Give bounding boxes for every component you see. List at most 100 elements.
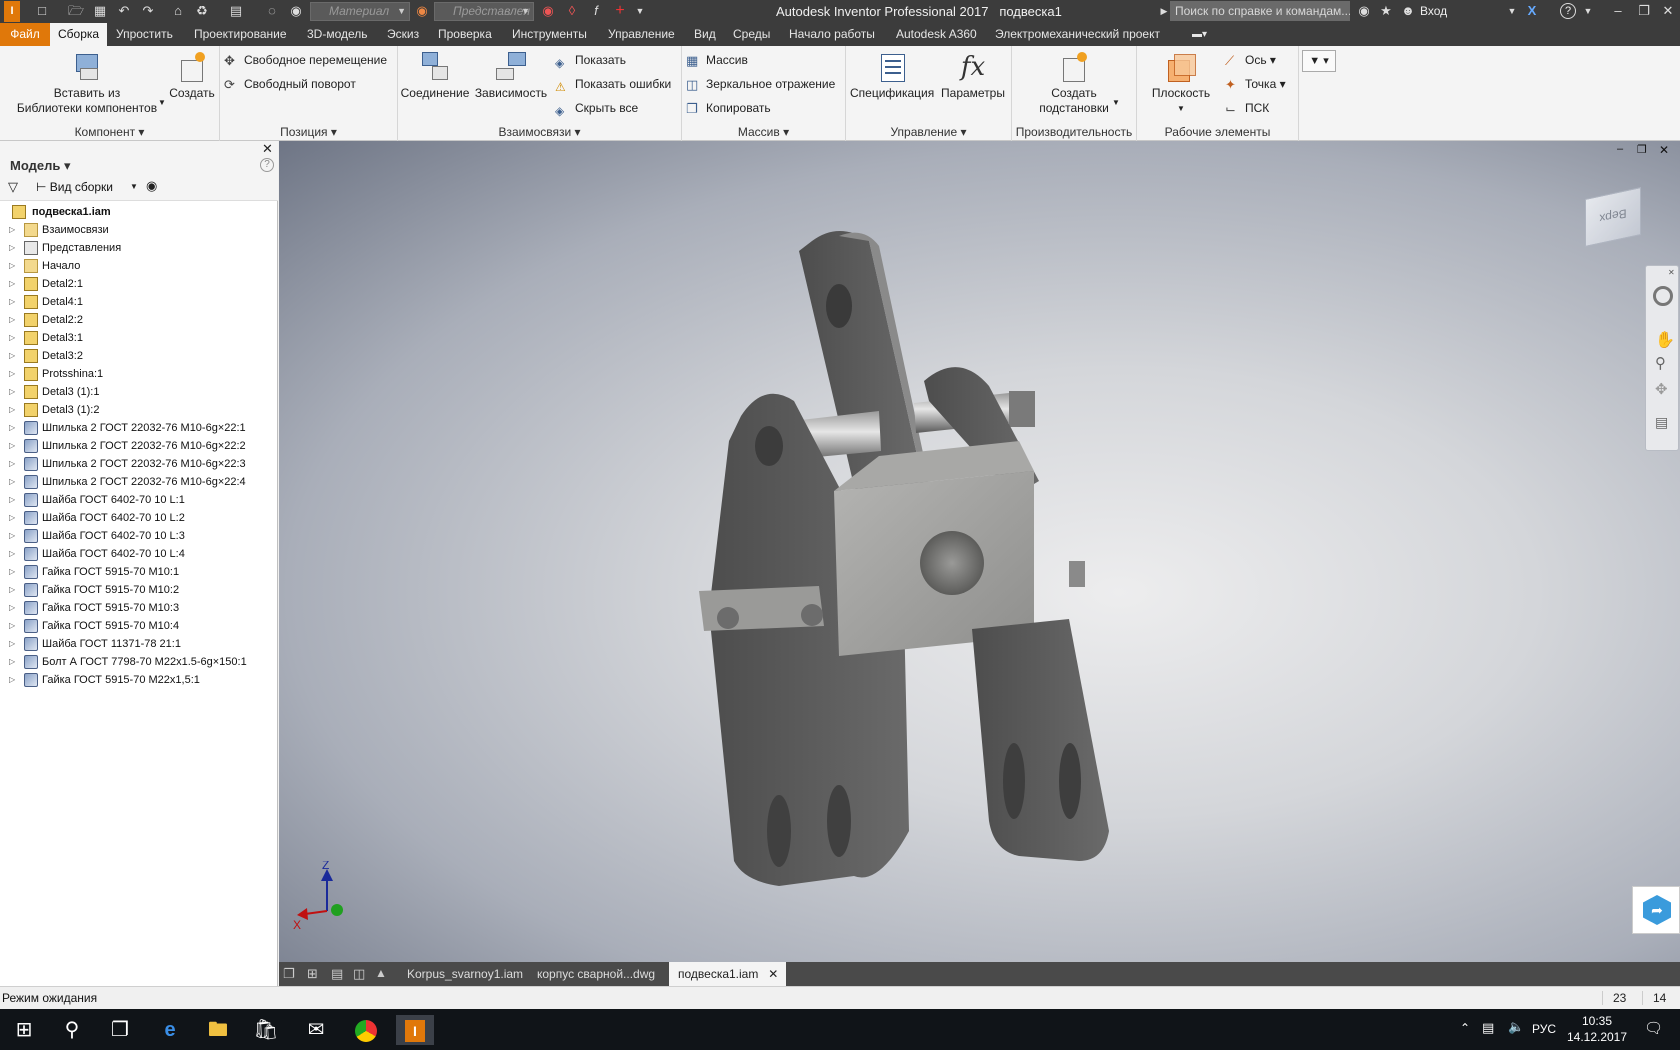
select-icon[interactable]: ▤ <box>228 3 244 19</box>
expand-arrow-icon[interactable]: ▷ <box>9 347 15 365</box>
doc-tab-korpus-svarnoy[interactable]: Korpus_svarnoy1.iam <box>398 962 532 986</box>
edge-browser-icon[interactable]: e <box>154 1015 186 1045</box>
tab-manage[interactable]: Управление <box>608 23 675 46</box>
task-view-icon[interactable]: ❐ <box>104 1015 136 1045</box>
clear-override-icon[interactable]: ◉ <box>540 3 556 19</box>
create-sub-dropdown-icon[interactable]: ▼ <box>1112 98 1120 107</box>
filter-icon[interactable]: ▽ <box>8 179 18 195</box>
insert-dropdown-icon[interactable]: ▼ <box>158 98 166 107</box>
tab-electromechanical[interactable]: Электромеханический проект <box>995 23 1160 46</box>
expand-arrow-icon[interactable]: ▷ <box>9 653 15 671</box>
home-icon[interactable]: ⌂ <box>170 3 186 19</box>
close-window-icon[interactable]: ✕ <box>1660 3 1676 19</box>
expand-arrow-icon[interactable]: ▷ <box>9 473 15 491</box>
tab-design[interactable]: Проектирование <box>194 23 287 46</box>
expand-arrow-icon[interactable]: ▷ <box>9 293 15 311</box>
tab-inspect[interactable]: Проверка <box>438 23 492 46</box>
tab-sketch[interactable]: Эскиз <box>387 23 419 46</box>
appearance-icon[interactable]: ◉ <box>288 3 304 19</box>
expand-arrow-icon[interactable]: ▷ <box>9 491 15 509</box>
free-rotate-button[interactable]: ⟳ Свободный поворот <box>222 74 356 94</box>
create-component-button[interactable]: Создать <box>168 50 216 101</box>
pattern-button[interactable]: ▦ Массив <box>684 50 748 70</box>
browser-title[interactable]: Модель ▾ <box>10 158 70 174</box>
tab-file[interactable]: Файл <box>0 23 50 46</box>
clock[interactable]: 10:35 14.12.2017 <box>1565 1013 1629 1045</box>
tab-environments[interactable]: Среды <box>733 23 770 46</box>
tab-simplify[interactable]: Упростить <box>116 23 173 46</box>
network-icon[interactable]: ▤ <box>1482 1020 1494 1036</box>
language-indicator[interactable]: РУС <box>1532 1022 1556 1036</box>
hide-all-button[interactable]: ◈ Скрыть все <box>553 98 638 118</box>
expand-arrow-icon[interactable]: ▷ <box>9 671 15 689</box>
expand-arrow-icon[interactable]: ▷ <box>9 545 15 563</box>
file-explorer-icon[interactable]: 🖿 <box>202 1015 234 1045</box>
orbit-icon[interactable]: ✥ <box>1655 380 1668 398</box>
expand-arrow-icon[interactable]: ▷ <box>9 527 15 545</box>
doc-tab-podveska1[interactable]: подвеска1.iam ✕ <box>669 962 787 986</box>
tabs-menu-icon[interactable]: ▲ <box>375 966 387 980</box>
doc-tab-close-icon[interactable]: ✕ <box>768 962 778 986</box>
browser-close-icon[interactable]: ✕ <box>262 141 273 157</box>
expand-arrow-icon[interactable]: ▷ <box>9 257 15 275</box>
view-selector[interactable]: ⊢ Вид сборки <box>36 180 113 194</box>
plus-icon[interactable]: + <box>612 3 628 19</box>
parameters-button[interactable]: fx Параметры <box>938 50 1008 101</box>
plane-button[interactable]: Плоскость ▼ <box>1141 50 1221 116</box>
browser-search-icon[interactable]: ◉ <box>146 178 157 194</box>
point-button[interactable]: ✦ Точка ▾ <box>1223 74 1286 94</box>
expand-arrow-icon[interactable]: ▷ <box>9 617 15 635</box>
axis-button[interactable]: ⟋ Ось ▾ <box>1223 50 1276 70</box>
new-file-icon[interactable]: □ <box>34 3 50 19</box>
expand-arrow-icon[interactable]: ▷ <box>9 383 15 401</box>
pan-icon[interactable]: ✋ <box>1655 330 1675 350</box>
inventor-taskbar-icon[interactable]: I <box>396 1015 434 1045</box>
save-icon[interactable]: ▦ <box>92 3 108 19</box>
volume-icon[interactable]: 🔈 <box>1508 1019 1524 1035</box>
expand-arrow-icon[interactable]: ▷ <box>9 311 15 329</box>
group-title-manage[interactable]: Управление ▾ <box>846 125 1011 139</box>
copy-button[interactable]: ❐ Копировать <box>684 98 771 118</box>
mail-icon[interactable]: ✉ <box>300 1015 332 1045</box>
tab-tools[interactable]: Инструменты <box>512 23 587 46</box>
open-file-icon[interactable]: 🗁 <box>68 3 84 19</box>
sign-in-link[interactable]: Вход <box>1420 4 1447 18</box>
expand-arrow-icon[interactable]: ▷ <box>9 581 15 599</box>
steering-wheel-icon[interactable] <box>1653 286 1673 306</box>
adjust-icon[interactable]: ◊ <box>564 3 580 19</box>
expand-arrow-icon[interactable]: ▷ <box>9 221 15 239</box>
free-move-button[interactable]: ✥ Свободное перемещение <box>222 50 387 70</box>
expand-arrow-icon[interactable]: ▷ <box>9 635 15 653</box>
tab-assembly[interactable]: Сборка <box>50 23 108 46</box>
material-combo[interactable]: Материал ▼ <box>310 2 410 21</box>
expand-arrow-icon[interactable]: ▷ <box>9 329 15 347</box>
expand-arrow-icon[interactable]: ▷ <box>9 401 15 419</box>
expand-arrow-icon[interactable]: ▷ <box>9 239 15 257</box>
windows-start-icon[interactable]: ⊞ <box>8 1015 40 1045</box>
view-dropdown-icon[interactable]: ▼ <box>130 182 138 191</box>
tile-windows-icon[interactable]: ⊞ <box>307 966 318 982</box>
tile-horizontal-icon[interactable]: ▤ <box>331 966 343 982</box>
assembly-model[interactable] <box>279 141 1680 962</box>
expand-arrow-icon[interactable]: ▷ <box>9 275 15 293</box>
expand-arrow-icon[interactable]: ▷ <box>9 563 15 581</box>
expand-arrow-icon[interactable]: ▷ <box>9 599 15 617</box>
restore-icon[interactable]: ❐ <box>1636 3 1652 19</box>
help-search-input[interactable]: Поиск по справке и командам... <box>1170 1 1350 21</box>
update-icon[interactable]: ♻ <box>194 3 210 19</box>
plane-dropdown-icon[interactable]: ▼ <box>1141 101 1221 116</box>
tab-view[interactable]: Вид <box>694 23 716 46</box>
constraint-button[interactable]: Зависимость <box>474 50 548 101</box>
ucs-button[interactable]: ⌙ ПСК <box>1223 98 1269 118</box>
group-title-position[interactable]: Позиция ▾ <box>220 125 397 139</box>
look-at-icon[interactable]: ▤ <box>1655 414 1668 431</box>
redo-icon[interactable]: ↷ <box>140 3 156 19</box>
help-button[interactable]: ? <box>1560 3 1576 19</box>
qa-dropdown-icon[interactable]: ▼ <box>632 3 648 19</box>
binoculars-icon[interactable]: ◉ <box>1356 3 1372 19</box>
expand-arrow-icon[interactable]: ▷ <box>9 455 15 473</box>
tab-get-started[interactable]: Начало работы <box>789 23 875 46</box>
cascade-windows-icon[interactable]: ❐ <box>283 966 295 982</box>
bom-button[interactable]: Спецификация <box>850 50 934 101</box>
show-errors-button[interactable]: ⚠ Показать ошибки <box>553 74 671 94</box>
